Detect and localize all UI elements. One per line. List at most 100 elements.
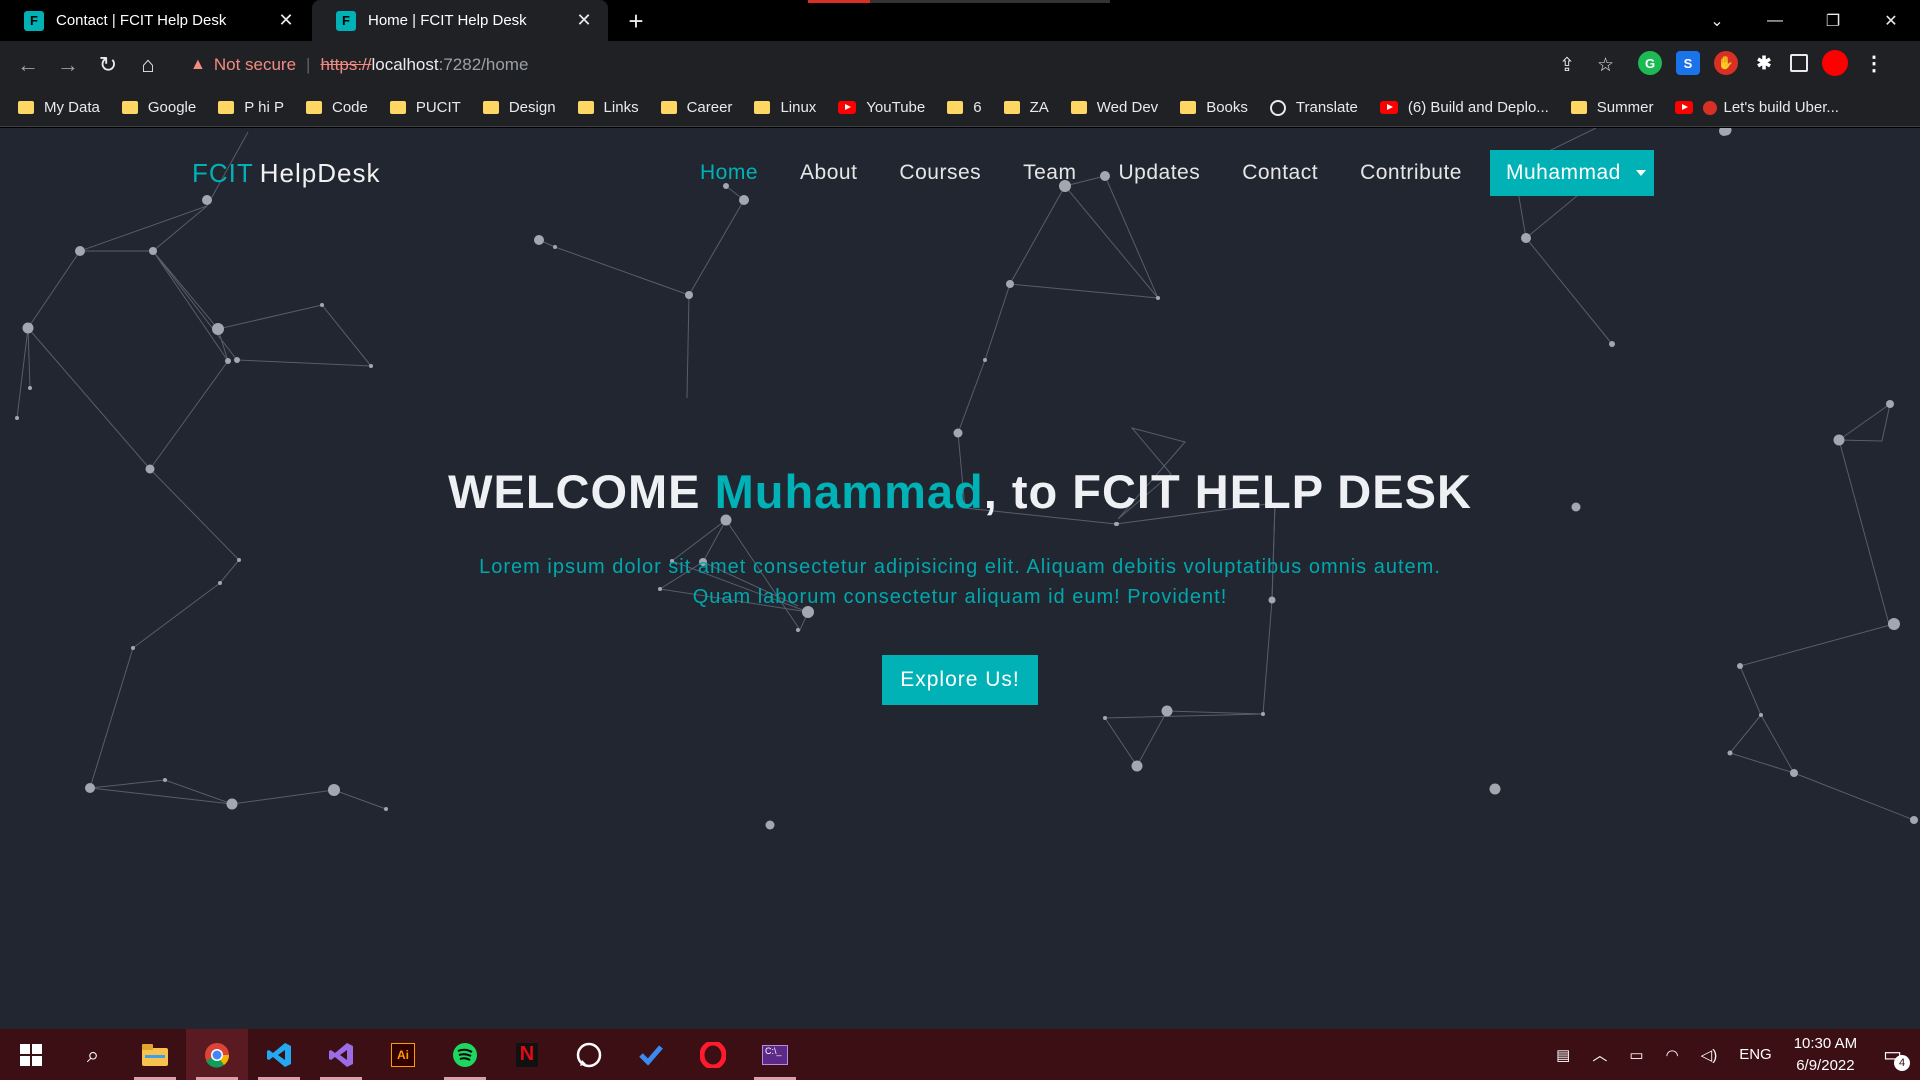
nav-home[interactable]: Home (700, 161, 758, 185)
bookmark-phip[interactable]: P hi P (218, 99, 284, 116)
illustrator-icon[interactable]: Ai (372, 1029, 434, 1080)
bookmark-pucit[interactable]: PUCIT (389, 99, 461, 116)
tab-contact[interactable]: F Contact | FCIT Help Desk ✕ (0, 0, 310, 41)
recording-dot-icon (1703, 100, 1718, 115)
volume-icon[interactable]: ◁) (1701, 1046, 1718, 1064)
netflix-icon[interactable]: N (496, 1029, 558, 1080)
puzzle-extensions-icon[interactable]: ✱ (1752, 51, 1776, 75)
reload-icon[interactable]: ↻ (88, 52, 128, 78)
divider: | (306, 55, 311, 74)
bookmark-star-icon[interactable]: ☆ (1597, 54, 1614, 77)
wifi-icon[interactable]: ◠ (1666, 1046, 1679, 1064)
tab-strip: F Contact | FCIT Help Desk ✕ F Home | FC… (0, 0, 1920, 41)
extensions-area: G S ✋ ✱ ⋮ (1638, 50, 1886, 76)
visual-studio-icon[interactable] (310, 1029, 372, 1080)
bookmark-career[interactable]: Career (660, 99, 733, 116)
bookmark-label: Career (686, 99, 733, 116)
site-logo[interactable]: FCIT HelpDesk (192, 158, 380, 189)
bookmark-label: Google (147, 99, 197, 116)
tab-search-icon[interactable]: ⌄ (1688, 11, 1746, 31)
bookmark-google[interactable]: Google (121, 99, 197, 116)
folder-icon (1070, 101, 1087, 114)
whatsapp-icon[interactable] (558, 1029, 620, 1080)
hero-user-name: Muhammad (714, 465, 984, 518)
bookmarks-bar: My Data Google P hi P Code PUCIT Design … (0, 89, 1920, 127)
bookmark-code[interactable]: Code (305, 99, 368, 116)
bookmark-youtube[interactable]: YouTube (838, 99, 925, 116)
page-viewport: FCIT HelpDesk Home About Courses Team Upd… (0, 128, 1920, 1029)
main-menu: Home About Courses Team Updates Contact … (700, 150, 1654, 196)
notification-center-icon[interactable]: ▭ 4 (1883, 1042, 1910, 1071)
menu-kebab-icon[interactable]: ⋮ (1862, 51, 1886, 75)
nav-updates[interactable]: Updates (1118, 161, 1200, 185)
tab-title: Home | FCIT Help Desk (368, 12, 527, 29)
chevron-up-icon[interactable]: ︿ (1592, 1044, 1607, 1065)
bookmark-books[interactable]: Books (1180, 99, 1248, 116)
profile-avatar[interactable] (1822, 50, 1848, 76)
close-tab-icon[interactable]: ✕ (276, 10, 296, 31)
chrome-icon[interactable] (186, 1029, 248, 1080)
new-tab-button[interactable]: + (622, 6, 650, 37)
nav-team[interactable]: Team (1023, 161, 1076, 185)
close-tab-icon[interactable]: ✕ (574, 10, 594, 31)
bookmark-linux[interactable]: Linux (754, 99, 816, 116)
bookmark-wed-dev[interactable]: Wed Dev (1070, 99, 1158, 116)
todo-icon[interactable] (620, 1029, 682, 1080)
tab-strip-accent (808, 0, 870, 3)
bookmark-design[interactable]: Design (482, 99, 556, 116)
tab-home[interactable]: F Home | FCIT Help Desk ✕ (312, 0, 608, 41)
bookmark-summer[interactable]: Summer (1570, 99, 1653, 116)
nav-contribute[interactable]: Contribute (1360, 161, 1462, 185)
folder-icon (121, 101, 138, 114)
nav-courses[interactable]: Courses (899, 161, 981, 185)
minimize-button[interactable]: — (1746, 12, 1804, 30)
bookmark-build-deploy[interactable]: (6) Build and Deplo... (1379, 99, 1549, 116)
opera-icon[interactable] (682, 1029, 744, 1080)
bookmark-translate[interactable]: Translate (1269, 99, 1358, 116)
address-bar[interactable]: ▲ Not secure | https:// localhost :7282/… (176, 48, 1626, 82)
youtube-icon (1675, 101, 1694, 114)
folder-icon (389, 101, 406, 114)
bookmark-label: Linux (780, 99, 817, 116)
restore-button[interactable]: ❐ (1804, 11, 1862, 31)
grammarly-extension-icon[interactable]: G (1638, 51, 1662, 75)
language-indicator[interactable]: ENG (1739, 1046, 1772, 1063)
forward-arrow-icon[interactable]: → (48, 52, 88, 78)
bookmark-6[interactable]: 6 (947, 99, 982, 116)
hero-title: WELCOME Muhammad, to FCIT HELP DESK (0, 464, 1920, 519)
windows-start-icon[interactable] (0, 1029, 62, 1080)
window-controls: ⌄ — ❐ ✕ (1688, 0, 1920, 41)
bookmark-uber[interactable]: Let's build Uber... (1675, 99, 1839, 116)
adblock-extension-icon[interactable]: ✋ (1714, 51, 1738, 75)
clock[interactable]: 10:30 AM 6/9/2022 (1794, 1033, 1857, 1077)
bookmark-label: P hi P (244, 99, 284, 116)
bookmark-my-data[interactable]: My Data (18, 99, 100, 116)
share-icon[interactable]: ⇪ (1559, 54, 1575, 77)
home-icon[interactable]: ⌂ (128, 52, 168, 78)
bookmark-label: 6 (973, 99, 982, 116)
nav-contact[interactable]: Contact (1242, 161, 1318, 185)
warning-icon[interactable]: ▲ (190, 56, 206, 74)
s-extension-icon[interactable]: S (1676, 51, 1700, 75)
battery-icon[interactable]: ▭ (1629, 1046, 1643, 1064)
bookmark-links[interactable]: Links (577, 99, 639, 116)
user-dropdown-button[interactable]: Muhammad (1489, 150, 1654, 196)
explore-button[interactable]: Explore Us! (882, 655, 1038, 705)
caret-down-icon (1635, 170, 1646, 176)
vscode-icon[interactable] (248, 1029, 310, 1080)
folder-icon (482, 101, 499, 114)
security-status[interactable]: Not secure (214, 55, 296, 75)
bookmark-label: My Data (44, 99, 100, 116)
news-widget-icon[interactable]: ▤ (1556, 1046, 1570, 1064)
search-icon[interactable]: ⌕ (62, 1029, 124, 1080)
close-window-button[interactable]: ✕ (1862, 11, 1920, 31)
bookmark-label: (6) Build and Deplo... (1407, 99, 1549, 116)
side-panel-icon[interactable] (1790, 54, 1808, 72)
bookmark-za[interactable]: ZA (1003, 99, 1049, 116)
spotify-icon[interactable] (434, 1029, 496, 1080)
nav-about[interactable]: About (800, 161, 857, 185)
file-explorer-icon[interactable] (124, 1029, 186, 1080)
back-arrow-icon[interactable]: ← (8, 52, 48, 78)
terminal-icon[interactable]: C:\_ (744, 1029, 806, 1080)
globe-icon (1269, 99, 1286, 116)
